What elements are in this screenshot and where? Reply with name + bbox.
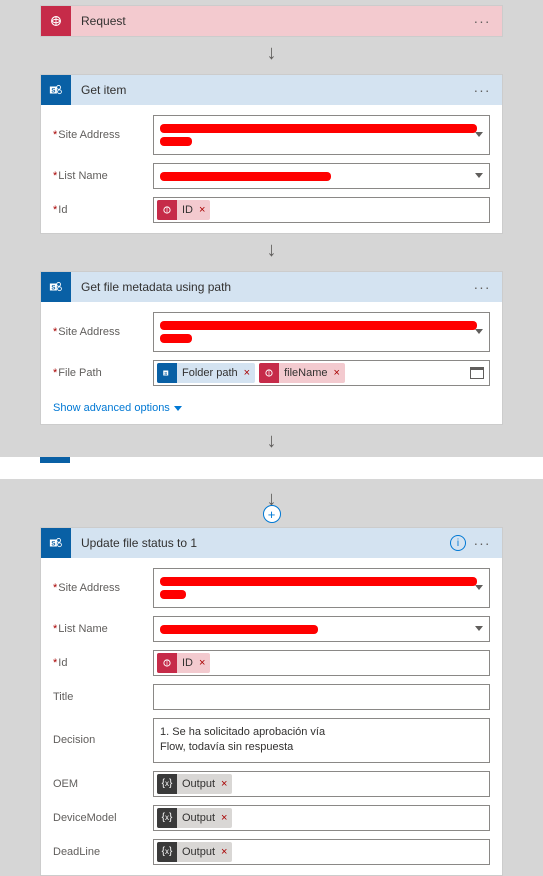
request-pill-icon (157, 200, 177, 220)
request-card: Request ··· (40, 5, 503, 37)
request-header[interactable]: Request ··· (41, 6, 502, 36)
get-metadata-menu-ellipsis-icon[interactable]: ··· (470, 279, 494, 295)
dynamic-content-pill-id[interactable]: ID × (157, 200, 210, 220)
site-address-input[interactable] (153, 312, 490, 352)
update-file-header[interactable]: S Update file status to 1 i ··· (41, 528, 502, 558)
dropdown-caret-icon (475, 132, 483, 137)
request-title: Request (71, 14, 470, 28)
site-address-input[interactable] (153, 115, 490, 155)
get-item-title: Get item (71, 83, 470, 97)
list-name-input[interactable] (153, 163, 490, 189)
svg-text:S: S (164, 371, 167, 376)
label-list-name: List Name (53, 623, 153, 635)
sharepoint-connector-icon: S (41, 528, 71, 558)
sharepoint-connector-icon: S (41, 75, 71, 105)
request-pill-icon (259, 363, 279, 383)
label-site-address: Site Address (53, 326, 153, 338)
get-item-body: Site Address List Name Id ID (41, 105, 502, 233)
update-file-card: S Update file status to 1 i ··· Site Add… (40, 527, 503, 876)
dynamic-content-pill-output[interactable]: {x} Output × (157, 774, 232, 794)
canvas-gap (0, 457, 543, 479)
connector-arrow: ↓ (0, 37, 543, 69)
pill-remove-icon[interactable]: × (198, 657, 210, 669)
dynamic-content-pill-filename[interactable]: fileName × (259, 363, 345, 383)
label-site-address: Site Address (53, 129, 153, 141)
sharepoint-pill-icon: S (157, 363, 177, 383)
connector-arrow: ↓ (0, 425, 543, 457)
request-pill-icon (157, 653, 177, 673)
svg-text:S: S (51, 285, 55, 292)
file-path-input[interactable]: S Folder path × fileName × (153, 360, 490, 386)
pill-remove-icon[interactable]: × (198, 204, 210, 216)
variable-pill-icon: {x} (157, 842, 177, 862)
add-step-button[interactable]: + (263, 505, 281, 523)
arrow-down-icon: ↓ (267, 43, 277, 63)
get-metadata-body: Site Address File Path S Folder path × (41, 302, 502, 396)
svg-text:S: S (51, 88, 55, 95)
collapsed-card-peek (40, 457, 70, 463)
update-file-menu-ellipsis-icon[interactable]: ··· (470, 535, 494, 551)
info-icon[interactable]: i (450, 535, 466, 551)
dynamic-content-pill-folderpath[interactable]: S Folder path × (157, 363, 255, 383)
request-menu-ellipsis-icon[interactable]: ··· (470, 13, 494, 29)
get-item-card: S Get item ··· Site Address List Name Id (40, 74, 503, 234)
label-oem: OEM (53, 778, 153, 790)
pill-remove-icon[interactable]: × (333, 367, 345, 379)
id-input[interactable]: ID × (153, 650, 490, 676)
svg-text:S: S (51, 541, 55, 548)
label-title: Title (53, 691, 153, 703)
label-file-path: File Path (53, 367, 153, 379)
update-file-body: Site Address List Name Id ID (41, 558, 502, 875)
show-advanced-options-link[interactable]: Show advanced options (41, 396, 502, 424)
label-id: Id (53, 204, 153, 216)
pill-remove-icon[interactable]: × (220, 778, 232, 790)
arrow-down-icon: ↓ (267, 431, 277, 451)
get-metadata-title: Get file metadata using path (71, 280, 470, 294)
dynamic-content-pill-output[interactable]: {x} Output × (157, 808, 232, 828)
id-input[interactable]: ID × (153, 197, 490, 223)
dynamic-content-pill-output[interactable]: {x} Output × (157, 842, 232, 862)
file-picker-icon[interactable] (470, 367, 484, 379)
title-input[interactable] (153, 684, 490, 710)
dynamic-content-pill-id[interactable]: ID × (157, 653, 210, 673)
update-file-title: Update file status to 1 (71, 536, 450, 550)
connector-arrow: ↓ (0, 234, 543, 266)
chevron-down-icon (174, 406, 182, 411)
list-name-input[interactable] (153, 616, 490, 642)
get-item-menu-ellipsis-icon[interactable]: ··· (470, 82, 494, 98)
dropdown-caret-icon (475, 626, 483, 631)
variable-pill-icon: {x} (157, 808, 177, 828)
variable-pill-icon: {x} (157, 774, 177, 794)
get-metadata-card: S Get file metadata using path ··· Site … (40, 271, 503, 425)
label-deadline: DeadLine (53, 846, 153, 858)
request-connector-icon (41, 6, 71, 36)
label-decision: Decision (53, 734, 153, 746)
label-devicemodel: DeviceModel (53, 812, 153, 824)
devicemodel-input[interactable]: {x} Output × (153, 805, 490, 831)
dropdown-caret-icon (475, 329, 483, 334)
label-site-address: Site Address (53, 582, 153, 594)
arrow-down-icon: ↓ (267, 240, 277, 260)
pill-remove-icon[interactable]: × (243, 367, 255, 379)
label-id: Id (53, 657, 153, 669)
deadline-input[interactable]: {x} Output × (153, 839, 490, 865)
dropdown-caret-icon (475, 585, 483, 590)
pill-remove-icon[interactable]: × (220, 846, 232, 858)
decision-input[interactable]: 1. Se ha solicitado aprobación vía Flow,… (153, 718, 490, 763)
site-address-input[interactable] (153, 568, 490, 608)
get-item-header[interactable]: S Get item ··· (41, 75, 502, 105)
label-list-name: List Name (53, 170, 153, 182)
get-metadata-header[interactable]: S Get file metadata using path ··· (41, 272, 502, 302)
dropdown-caret-icon (475, 173, 483, 178)
oem-input[interactable]: {x} Output × (153, 771, 490, 797)
pill-remove-icon[interactable]: × (220, 812, 232, 824)
sharepoint-connector-icon: S (41, 272, 71, 302)
